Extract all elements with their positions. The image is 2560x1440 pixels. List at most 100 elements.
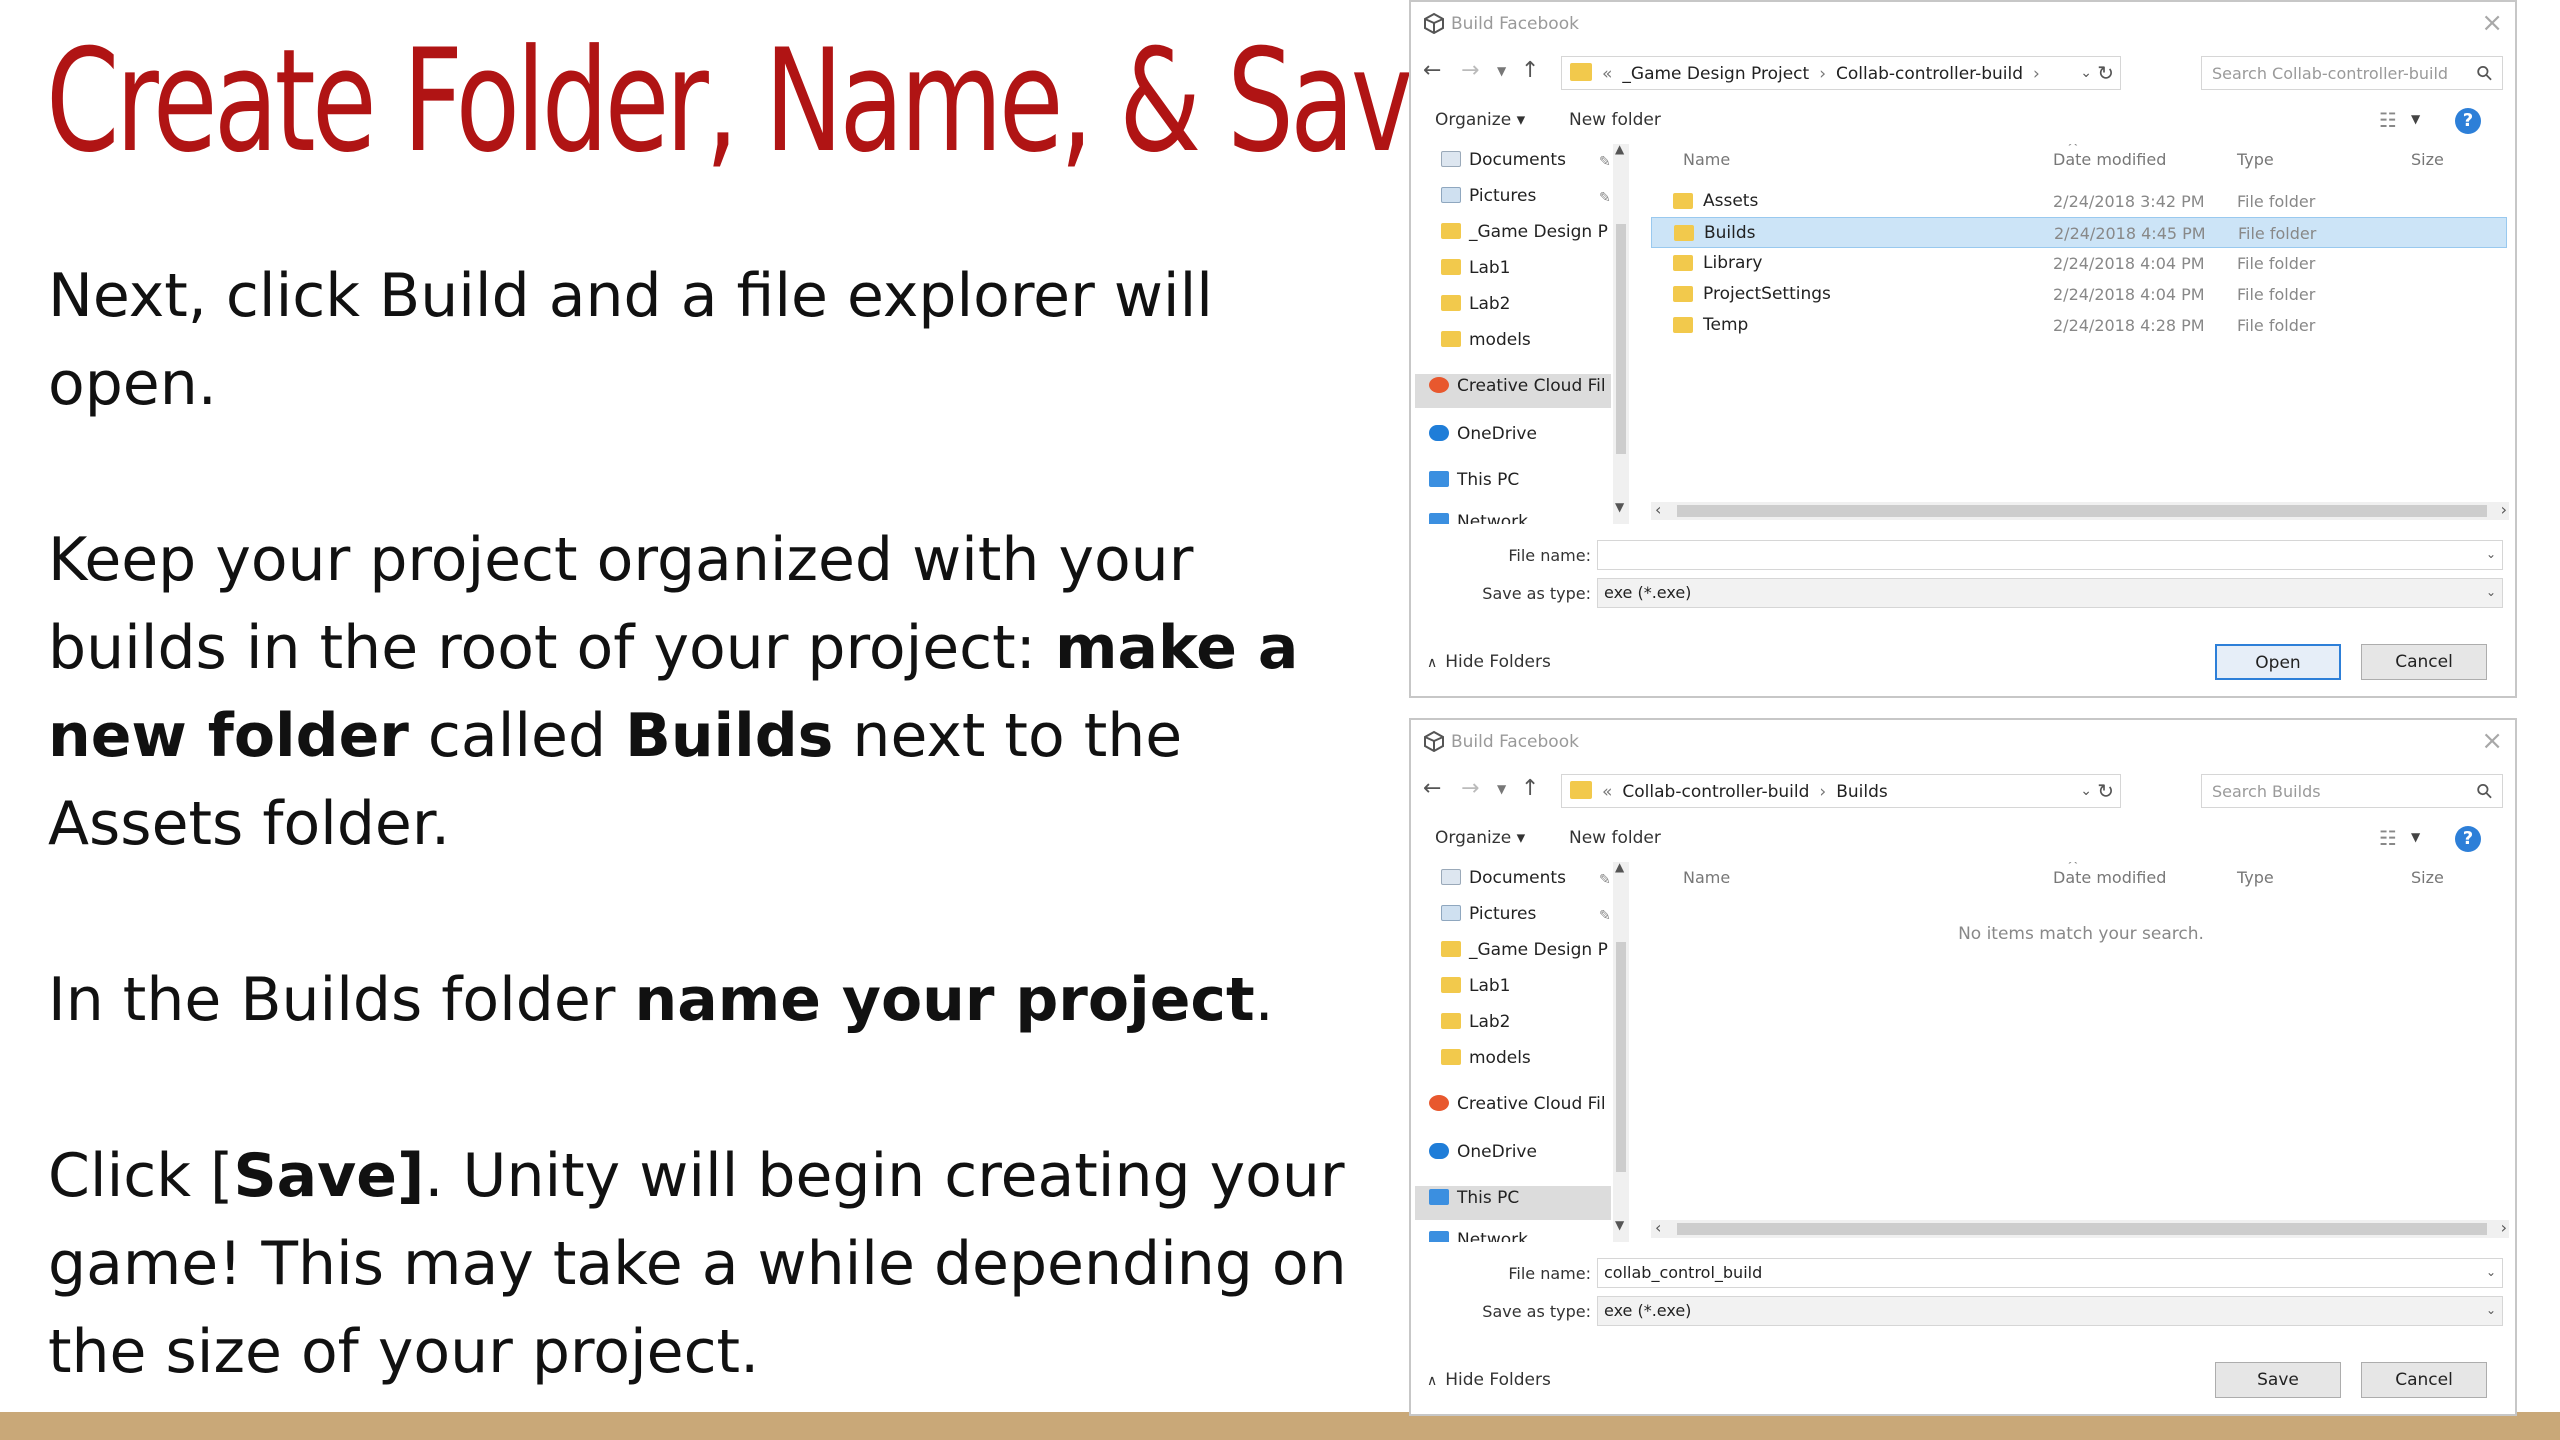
nav-item-network[interactable]: Network — [1429, 512, 1528, 524]
nav-scrollbar[interactable]: ▲ ▼ — [1613, 862, 1629, 1242]
nav-item-lab1[interactable]: Lab1 — [1441, 258, 1511, 288]
recent-locations-chevron-icon[interactable]: ▼ — [1497, 64, 1506, 78]
up-arrow-icon[interactable]: ↑ — [1521, 58, 1539, 83]
nav-item-this-pc[interactable]: This PC — [1429, 1188, 1519, 1218]
search-input[interactable]: Search Builds ⚲ — [2201, 774, 2503, 808]
nav-item-onedrive[interactable]: OneDrive — [1429, 424, 1537, 454]
column-header-name[interactable]: Name — [1683, 868, 1730, 887]
nav-scrollbar[interactable]: ▲ ▼ — [1613, 144, 1629, 524]
column-header-size[interactable]: Size — [2411, 150, 2444, 169]
scroll-thumb[interactable] — [1677, 1223, 2487, 1235]
pin-icon[interactable]: ✎ — [1599, 908, 1611, 924]
column-header-size[interactable]: Size — [2411, 868, 2444, 887]
open-button[interactable]: Open — [2215, 644, 2341, 680]
file-row[interactable]: Temp 2/24/2018 4:28 PM File folder — [1651, 310, 2507, 341]
save-button[interactable]: Save — [2215, 1362, 2341, 1398]
organize-menu[interactable]: Organize ▾ — [1435, 828, 1525, 848]
search-input[interactable]: Search Collab-controller-build ⚲ — [2201, 56, 2503, 90]
nav-item-pictures[interactable]: Pictures — [1441, 904, 1536, 934]
chevron-down-icon[interactable]: ⌄ — [2486, 585, 2496, 599]
nav-item-documents[interactable]: Documents — [1441, 150, 1566, 180]
chevron-down-icon[interactable]: ⌄ — [2486, 547, 2496, 561]
close-icon[interactable]: × — [2481, 8, 2503, 38]
nav-item-this-pc[interactable]: This PC — [1429, 470, 1519, 500]
forward-arrow-icon[interactable]: → — [1461, 776, 1479, 801]
scroll-left-icon[interactable]: ‹ — [1655, 1218, 1661, 1237]
scroll-up-icon[interactable]: ▲ — [1615, 862, 1624, 874]
scroll-thumb[interactable] — [1677, 505, 2487, 517]
pin-icon[interactable]: ✎ — [1599, 190, 1611, 206]
nav-item-game-design[interactable]: _Game Design P — [1441, 222, 1608, 252]
save-type-select[interactable]: exe (*.exe) ⌄ — [1597, 1296, 2503, 1326]
nav-item-models[interactable]: models — [1441, 330, 1531, 360]
folder-icon — [1441, 259, 1461, 275]
scroll-right-icon[interactable]: › — [2501, 500, 2507, 519]
hide-folders-toggle[interactable]: ∧ Hide Folders — [1427, 1370, 1551, 1390]
up-arrow-icon[interactable]: ↑ — [1521, 776, 1539, 801]
nav-item-lab2[interactable]: Lab2 — [1441, 1012, 1511, 1042]
chevron-down-icon[interactable]: ⌄ — [2486, 1303, 2496, 1317]
view-chevron-icon[interactable]: ▼ — [2411, 830, 2420, 844]
nav-item-models[interactable]: models — [1441, 1048, 1531, 1078]
organize-menu[interactable]: Organize ▾ — [1435, 110, 1525, 130]
nav-item-documents[interactable]: Documents — [1441, 868, 1566, 898]
nav-item-lab2[interactable]: Lab2 — [1441, 294, 1511, 324]
scroll-left-icon[interactable]: ‹ — [1655, 500, 1661, 519]
nav-item-network[interactable]: Network — [1429, 1230, 1528, 1242]
horizontal-scrollbar[interactable]: ‹ › — [1651, 1218, 2509, 1238]
nav-item-game-design[interactable]: _Game Design P — [1441, 940, 1608, 970]
file-row[interactable]: Library 2/24/2018 4:04 PM File folder — [1651, 248, 2507, 279]
back-arrow-icon[interactable]: ← — [1423, 58, 1441, 83]
close-icon[interactable]: × — [2481, 726, 2503, 756]
recent-locations-chevron-icon[interactable]: ▼ — [1497, 782, 1506, 796]
hide-folders-toggle[interactable]: ∧ Hide Folders — [1427, 652, 1551, 672]
address-bar[interactable]: «_Game Design Project › Collab-controller-… — [1561, 56, 2121, 90]
column-header-name[interactable]: Name — [1683, 150, 1730, 169]
cancel-button[interactable]: Cancel — [2361, 1362, 2487, 1398]
breadcrumb-item[interactable]: Builds — [1836, 782, 1888, 802]
scroll-up-icon[interactable]: ▲ — [1615, 144, 1624, 156]
scroll-right-icon[interactable]: › — [2501, 1218, 2507, 1237]
refresh-icon[interactable]: ↻ — [2097, 61, 2114, 85]
address-bar[interactable]: «Collab-controller-build › Builds ⌄ ↻ — [1561, 774, 2121, 808]
scroll-down-icon[interactable]: ▼ — [1615, 500, 1624, 514]
refresh-icon[interactable]: ↻ — [2097, 779, 2114, 803]
column-header-type[interactable]: Type — [2237, 868, 2274, 887]
nav-item-pictures[interactable]: Pictures — [1441, 186, 1536, 216]
scroll-down-icon[interactable]: ▼ — [1615, 1218, 1624, 1232]
breadcrumb-item[interactable]: Collab-controller-build — [1836, 64, 2023, 84]
help-icon[interactable]: ? — [2455, 108, 2481, 134]
scroll-thumb[interactable] — [1616, 224, 1626, 454]
save-type-select[interactable]: exe (*.exe) ⌄ — [1597, 578, 2503, 608]
breadcrumb-item[interactable]: _Game Design Project — [1622, 64, 1809, 84]
breadcrumb-item[interactable]: Collab-controller-build — [1622, 782, 1809, 802]
back-arrow-icon[interactable]: ← — [1423, 776, 1441, 801]
cancel-button[interactable]: Cancel — [2361, 644, 2487, 680]
address-dropdown-icon[interactable]: ⌄ — [2080, 65, 2092, 81]
column-header-date[interactable]: Date modified — [2053, 868, 2166, 887]
view-chevron-icon[interactable]: ▼ — [2411, 112, 2420, 126]
forward-arrow-icon[interactable]: → — [1461, 58, 1479, 83]
file-row[interactable]: Assets 2/24/2018 3:42 PM File folder — [1651, 186, 2507, 217]
horizontal-scrollbar[interactable]: ‹ › — [1651, 500, 2509, 520]
new-folder-button[interactable]: New folder — [1569, 828, 1661, 848]
view-options-icon[interactable]: ☷ — [2379, 108, 2397, 132]
nav-item-creative-cloud[interactable]: Creative Cloud Fil — [1429, 376, 1606, 406]
nav-item-creative-cloud[interactable]: Creative Cloud Fil — [1429, 1094, 1606, 1124]
nav-item-onedrive[interactable]: OneDrive — [1429, 1142, 1537, 1172]
nav-item-lab1[interactable]: Lab1 — [1441, 976, 1511, 1006]
column-header-type[interactable]: Type — [2237, 150, 2274, 169]
address-dropdown-icon[interactable]: ⌄ — [2080, 783, 2092, 799]
file-name-input[interactable]: ⌄ — [1597, 540, 2503, 570]
file-row[interactable]: ProjectSettings 2/24/2018 4:04 PM File f… — [1651, 279, 2507, 310]
file-name-input[interactable]: collab_control_build ⌄ — [1597, 1258, 2503, 1288]
new-folder-button[interactable]: New folder — [1569, 110, 1661, 130]
file-row-selected[interactable]: Builds 2/24/2018 4:45 PM File folder — [1651, 217, 2507, 248]
chevron-down-icon[interactable]: ⌄ — [2486, 1265, 2496, 1279]
scroll-thumb[interactable] — [1616, 942, 1626, 1172]
view-options-icon[interactable]: ☷ — [2379, 826, 2397, 850]
pin-icon[interactable]: ✎ — [1599, 872, 1611, 888]
help-icon[interactable]: ? — [2455, 826, 2481, 852]
column-header-date[interactable]: Date modified — [2053, 150, 2166, 169]
pin-icon[interactable]: ✎ — [1599, 154, 1611, 170]
